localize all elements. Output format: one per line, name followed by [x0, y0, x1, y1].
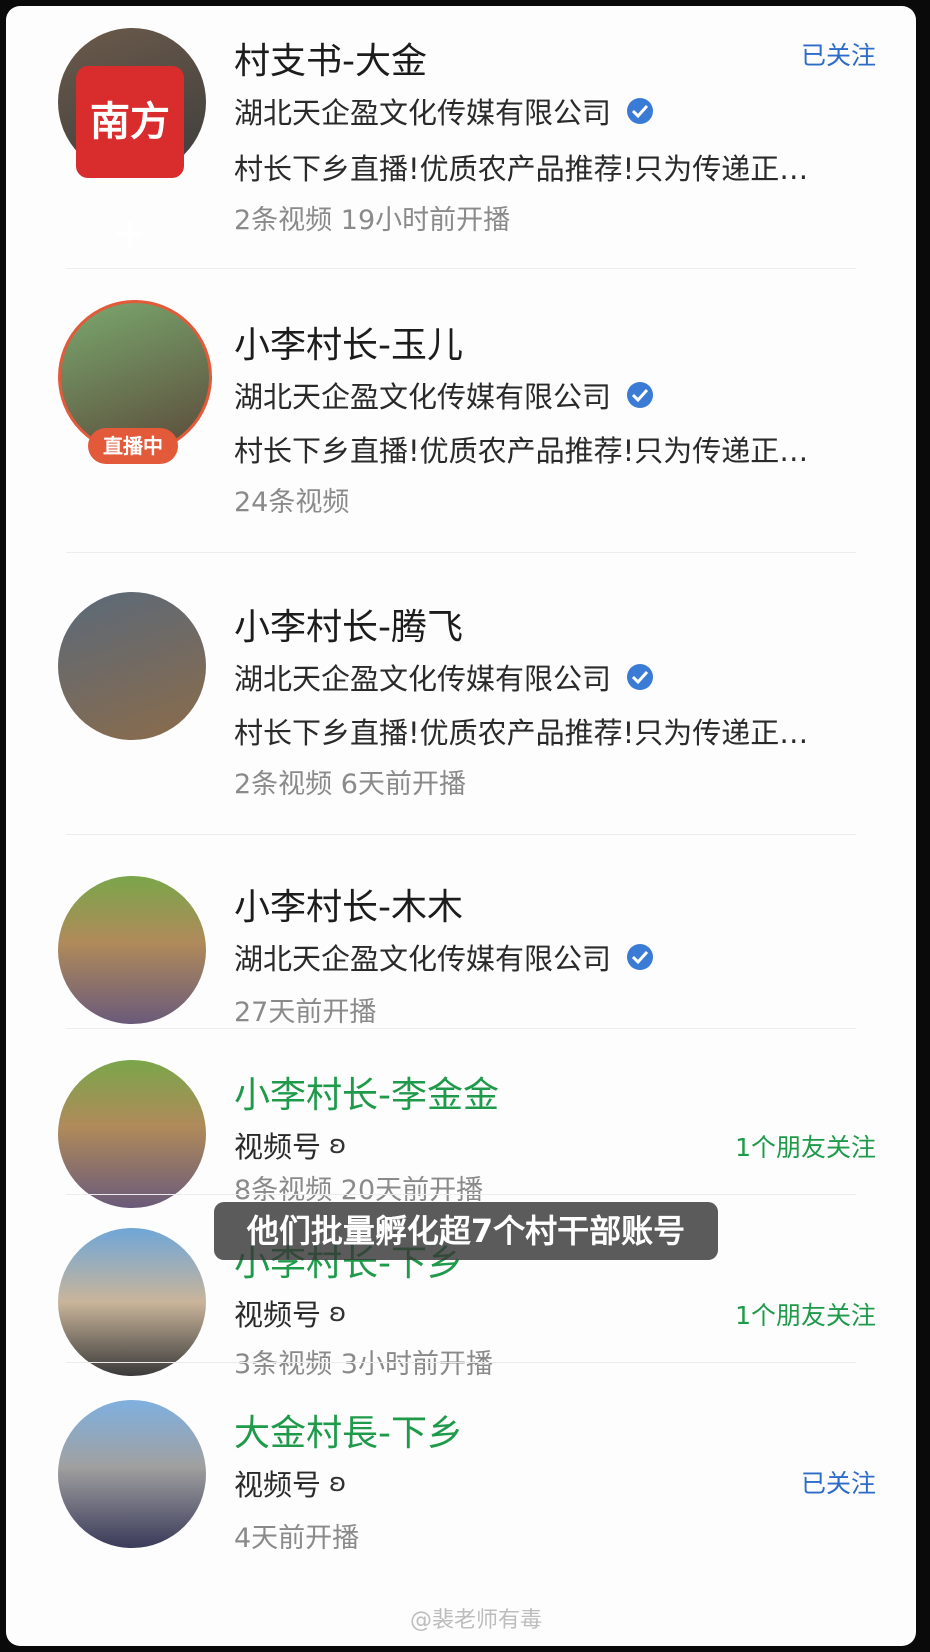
video-caption: 他们批量孵化超7个村干部账号 — [214, 1202, 718, 1260]
account-meta: 2条视频 6天前开播 — [234, 769, 466, 800]
account-name[interactable]: 小李村长-腾飞 — [234, 598, 463, 650]
org-label: 湖北天企盈文化传媒有限公司 — [234, 662, 612, 696]
account-org: 湖北天企盈文化传媒有限公司 — [234, 90, 655, 132]
verified-icon — [627, 664, 654, 690]
org-label: 湖北天企盈文化传媒有限公司 — [234, 942, 612, 976]
friend-follow: 1个朋友关注 — [735, 1133, 876, 1162]
account-desc: 村长下乡直播!优质农产品推荐!只为传递正… — [234, 716, 809, 750]
divider — [66, 1362, 856, 1363]
account-org: 湖北天企盈文化传媒有限公司 — [234, 936, 655, 978]
account-name[interactable]: 大金村長-下乡 — [234, 1404, 463, 1456]
follow-status[interactable]: 已关注 — [801, 1464, 876, 1500]
channel-label: 视频号 — [234, 1468, 322, 1502]
account-meta: 27天前开播 — [234, 997, 377, 1028]
live-badge: 直播中 — [88, 428, 178, 464]
channels-icon: ʚ — [329, 1298, 347, 1328]
channels-icon: ʚ — [329, 1130, 347, 1160]
account-name[interactable]: 小李村长-玉儿 — [234, 316, 463, 368]
account-org: 湖北天企盈文化传媒有限公司 — [234, 656, 655, 698]
avatar[interactable] — [58, 1228, 206, 1376]
verified-icon — [627, 98, 654, 124]
account-desc: 村长下乡直播!优质农产品推荐!只为传递正… — [234, 152, 809, 186]
avatar[interactable] — [58, 1400, 206, 1548]
search-results-list: 南方+ 村支书-大金 湖北天企盈文化传媒有限公司 村长下乡直播!优质农产品推荐!… — [6, 6, 916, 1646]
account-meta: 4天前开播 — [234, 1523, 360, 1554]
divider — [66, 552, 856, 553]
account-org: 视频号 ʚ — [234, 1462, 346, 1504]
friend-follow: 1个朋友关注 — [735, 1301, 876, 1330]
account-org: 视频号 ʚ — [234, 1292, 346, 1334]
watermark: @裴老师有毒 — [410, 1608, 543, 1633]
channels-icon: ʚ — [329, 1468, 347, 1498]
org-label: 湖北天企盈文化传媒有限公司 — [234, 96, 612, 130]
org-label: 湖北天企盈文化传媒有限公司 — [234, 380, 612, 414]
account-meta: 24条视频 — [234, 487, 350, 518]
account-row-2[interactable]: 直播中 小李村长-玉儿 湖北天企盈文化传媒有限公司 村长下乡直播!优质农产品推荐… — [6, 272, 916, 556]
account-name[interactable]: 小李村长-李金金 — [234, 1066, 499, 1118]
account-row-4[interactable]: 小李村长-木木 湖北天企盈文化传媒有限公司 27天前开播 — [6, 836, 916, 1028]
verified-icon — [627, 382, 654, 408]
account-name[interactable]: 小李村长-木木 — [234, 878, 463, 930]
verified-icon — [627, 944, 654, 970]
avatar[interactable] — [58, 876, 206, 1024]
channel-label: 视频号 — [234, 1298, 322, 1332]
account-org: 视频号 ʚ — [234, 1124, 346, 1166]
divider — [66, 834, 856, 835]
account-row-3[interactable]: 小李村长-腾飞 湖北天企盈文化传媒有限公司 村长下乡直播!优质农产品推荐!只为传… — [6, 556, 916, 836]
avatar[interactable] — [58, 592, 206, 740]
brand-logo: 南方+ — [76, 66, 184, 257]
account-desc: 村长下乡直播!优质农产品推荐!只为传递正… — [234, 434, 809, 468]
account-name[interactable]: 村支书-大金 — [234, 32, 427, 84]
avatar[interactable] — [58, 1060, 206, 1208]
account-meta: 2条视频 19小时前开播 — [234, 205, 511, 236]
account-org: 湖北天企盈文化传媒有限公司 — [234, 374, 655, 416]
divider — [66, 1194, 856, 1195]
account-row-5[interactable]: 小李村长-李金金 视频号 ʚ 8条视频 20天前开播 1个朋友关注 — [6, 1028, 916, 1208]
channel-label: 视频号 — [234, 1130, 322, 1164]
account-row-1[interactable]: 南方+ 村支书-大金 湖北天企盈文化传媒有限公司 村长下乡直播!优质农产品推荐!… — [6, 6, 916, 272]
follow-status[interactable]: 已关注 — [801, 36, 876, 72]
divider — [66, 268, 856, 269]
